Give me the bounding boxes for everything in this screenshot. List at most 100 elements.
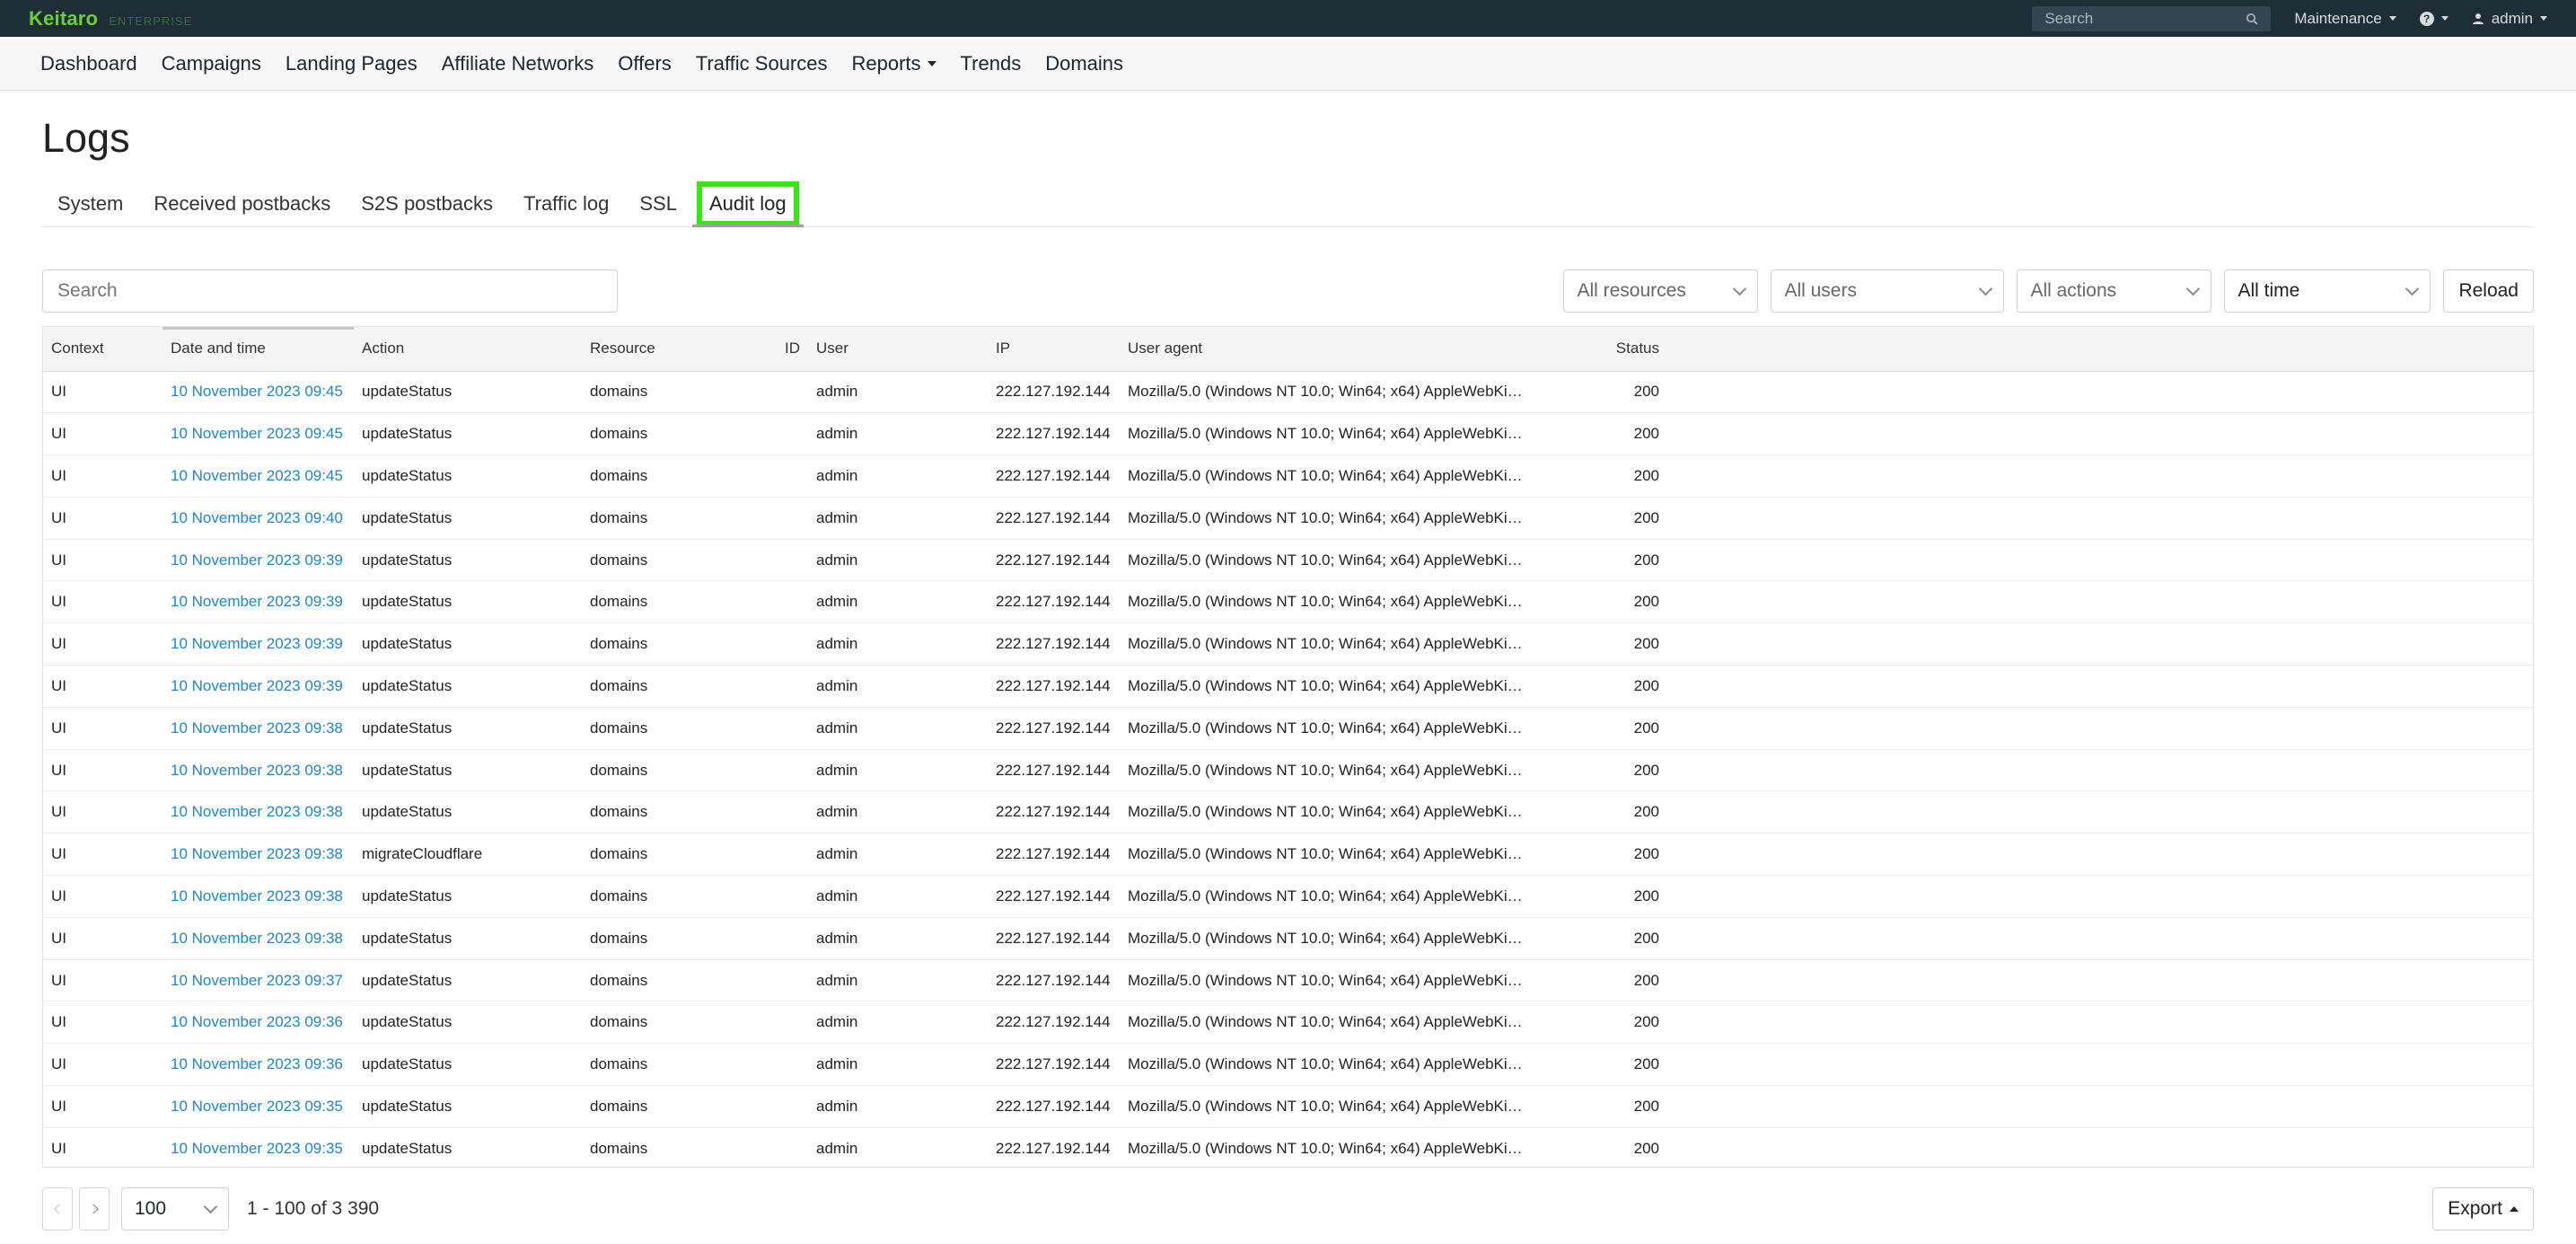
table-row[interactable]: UI 10 November 2023 09:35 updateStatus doma… [43,1127,2533,1167]
cell-date-link[interactable]: 10 November 2023 09:38 [163,707,354,749]
nav-reports[interactable]: Reports [852,52,936,75]
cell-date-link[interactable]: 10 November 2023 09:38 [163,834,354,876]
brand[interactable]: Keitaro ENTERPRISE [29,7,192,31]
global-search-placeholder: Search [2044,9,2094,27]
global-search-input[interactable]: Search [2032,5,2272,31]
cell-date-link[interactable]: 10 November 2023 09:35 [163,1127,354,1167]
cell-context: UI [51,1055,66,1073]
export-button[interactable]: Export [2432,1187,2534,1231]
column-header-status[interactable]: Status [1533,327,1667,371]
export-label: Export [2448,1198,2502,1219]
cell-spacer [1667,413,2533,455]
log-search-input[interactable] [42,269,618,313]
nav-affiliate-networks[interactable]: Affiliate Networks [442,52,594,75]
cell-date-link[interactable]: 10 November 2023 09:37 [163,959,354,1001]
tab-received-postbacks[interactable]: Received postbacks [138,181,346,226]
cell-date-link[interactable]: 10 November 2023 09:36 [163,1001,354,1044]
table-row[interactable]: UI 10 November 2023 09:40 updateStatus doma… [43,497,2533,540]
tab-traffic-log[interactable]: Traffic log [508,181,624,226]
table-row[interactable]: UI 10 November 2023 09:36 updateStatus doma… [43,1001,2533,1044]
reload-button[interactable]: Reload [2443,269,2534,313]
users-select[interactable]: All users [1771,269,2005,313]
cell-id [697,1044,808,1086]
previous-page-button[interactable] [42,1187,73,1231]
help-menu[interactable]: ? [2419,11,2449,26]
cell-date-link[interactable]: 10 November 2023 09:40 [163,497,354,539]
cell-ip: 222.127.192.144 [996,887,1111,904]
tab-system[interactable]: System [42,181,138,226]
next-page-button[interactable] [79,1187,110,1231]
column-header-action[interactable]: Action [354,327,582,371]
cell-date-link[interactable]: 10 November 2023 09:35 [163,1086,354,1128]
cell-user-agent: Mozilla/5.0 (Windows NT 10.0; Win64; x64… [1128,1013,1533,1031]
cell-date-link[interactable]: 10 November 2023 09:38 [163,876,354,918]
cell-date-link[interactable]: 10 November 2023 09:38 [163,791,354,834]
cell-date-link[interactable]: 10 November 2023 09:39 [163,581,354,623]
nav-campaigns[interactable]: Campaigns [162,52,261,75]
column-header-user[interactable]: User [808,327,988,371]
tab-ssl[interactable]: SSL [624,181,692,226]
cell-resource: domains [590,676,648,694]
cell-date-link[interactable]: 10 November 2023 09:38 [163,917,354,959]
table-row[interactable]: UI 10 November 2023 09:45 updateStatus doma… [43,455,2533,498]
table-row[interactable]: UI 10 November 2023 09:38 updateStatus doma… [43,876,2533,918]
column-header-user-agent[interactable]: User agent [1120,327,1533,371]
tab-audit-log[interactable]: Audit log [691,181,804,227]
cell-date-link[interactable]: 10 November 2023 09:36 [163,1044,354,1086]
nav-dashboard[interactable]: Dashboard [40,52,137,75]
cell-user: admin [816,887,858,904]
column-header-context[interactable]: Context [43,327,163,371]
cell-date-link[interactable]: 10 November 2023 09:38 [163,749,354,791]
column-header-date-and-time[interactable]: Date and time [163,327,354,371]
table-row[interactable]: UI 10 November 2023 09:38 updateStatus doma… [43,791,2533,834]
page-size-select[interactable]: 100 [121,1187,229,1231]
table-row[interactable]: UI 10 November 2023 09:39 updateStatus doma… [43,666,2533,708]
tab-s2s-postbacks[interactable]: S2S postbacks [346,181,508,226]
user-icon [2472,13,2484,24]
resources-select[interactable]: All resources [1563,269,1759,313]
nav-traffic-sources[interactable]: Traffic Sources [696,52,828,75]
cell-date-link[interactable]: 10 November 2023 09:45 [163,371,354,413]
nav-landing-pages[interactable]: Landing Pages [286,52,418,75]
cell-date-link[interactable]: 10 November 2023 09:39 [163,666,354,708]
table-row[interactable]: UI 10 November 2023 09:38 migrateCloudflar… [43,834,2533,876]
cell-date-link[interactable]: 10 November 2023 09:45 [163,455,354,498]
cell-date-link[interactable]: 10 November 2023 09:45 [163,413,354,455]
cell-date-link[interactable]: 10 November 2023 09:39 [163,623,354,666]
caret-down-icon [2540,16,2547,21]
column-header-id[interactable]: ID [697,327,808,371]
table-row[interactable]: UI 10 November 2023 09:36 updateStatus doma… [43,1044,2533,1086]
table-row[interactable]: UI 10 November 2023 09:38 updateStatus doma… [43,917,2533,960]
table-row[interactable]: UI 10 November 2023 09:39 updateStatus doma… [43,581,2533,623]
cell-date-link[interactable]: 10 November 2023 09:39 [163,539,354,581]
cell-user-agent: Mozilla/5.0 (Windows NT 10.0; Win64; x64… [1128,971,1533,989]
table-row[interactable]: UI 10 November 2023 09:39 updateStatus doma… [43,539,2533,581]
user-menu[interactable]: admin [2472,10,2547,28]
table-row[interactable]: UI 10 November 2023 09:45 updateStatus doma… [43,371,2533,413]
table-row[interactable]: UI 10 November 2023 09:38 updateStatus doma… [43,707,2533,750]
table-row[interactable]: UI 10 November 2023 09:38 updateStatus doma… [43,749,2533,791]
table-row[interactable]: UI 10 November 2023 09:39 updateStatus doma… [43,623,2533,666]
cell-user: admin [816,719,858,737]
cell-user-agent: Mozilla/5.0 (Windows NT 10.0; Win64; x64… [1128,466,1533,484]
column-header-ip[interactable]: IP [988,327,1120,371]
nav-offers[interactable]: Offers [618,52,672,75]
resources-select-value: All resources [1577,280,1686,301]
cell-ip: 222.127.192.144 [996,425,1111,443]
time-range-select[interactable]: All time [2224,269,2431,313]
cell-user: admin [816,676,858,694]
cell-action: updateStatus [362,1139,453,1157]
table-row[interactable]: UI 10 November 2023 09:45 updateStatus doma… [43,413,2533,455]
nav-domains[interactable]: Domains [1045,52,1123,75]
cell-user-agent: Mozilla/5.0 (Windows NT 10.0; Win64; x64… [1128,845,1533,863]
table-row[interactable]: UI 10 November 2023 09:37 updateStatus doma… [43,959,2533,1001]
column-header-resource[interactable]: Resource [582,327,697,371]
maintenance-menu[interactable]: Maintenance [2294,10,2396,28]
nav-trends[interactable]: Trends [961,52,1022,75]
cell-resource: domains [590,719,648,737]
caret-down-icon [2388,16,2396,21]
table-row[interactable]: UI 10 November 2023 09:35 updateStatus doma… [43,1086,2533,1128]
cell-action: updateStatus [362,466,453,484]
caret-down-icon [927,60,936,66]
actions-select[interactable]: All actions [2017,269,2212,313]
